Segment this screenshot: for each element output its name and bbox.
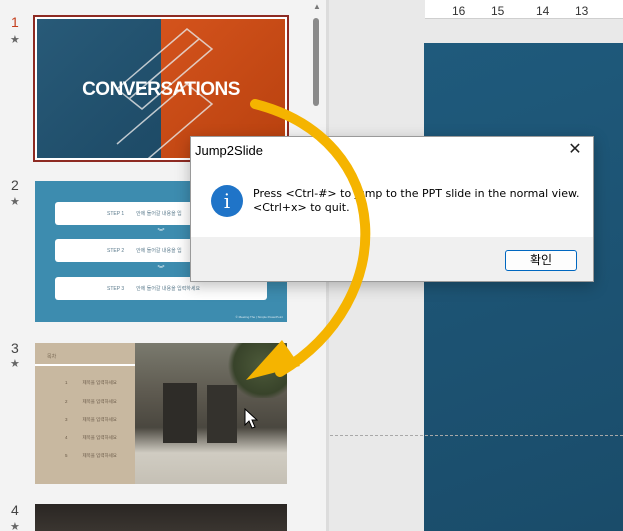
agenda-row: 3 제목을 입력하세요 (65, 417, 117, 422)
close-icon[interactable]: ✕ (566, 139, 584, 159)
mouse-cursor-icon (244, 408, 258, 429)
slide-1-animation-star-icon: ★ (10, 34, 20, 46)
dialog-message: Press <Ctrl-#> to jump to the PPT slide … (253, 187, 580, 214)
slide-number-4: 4 (11, 502, 19, 518)
slide-number-3: 3 (11, 340, 19, 356)
scrollbar-thumb[interactable] (313, 18, 319, 106)
slide-2-footer: © Meeting The | Simple PowerPoint (235, 315, 283, 319)
ruler-tick: 15 (491, 4, 505, 18)
dialog-footer: 확인 (191, 237, 593, 281)
info-icon: i (211, 185, 243, 217)
agenda-panel: 목차 1 제목을 입력하세요 2 제목을 입력하세요 3 제목을 입력하세요 4 제목을… (35, 343, 135, 484)
slide-2-animation-star-icon: ★ (10, 196, 20, 208)
scroll-up-arrow-icon[interactable]: ▲ (313, 2, 321, 11)
current-slide-canvas[interactable] (424, 43, 623, 531)
dialog-title: Jump2Slide (195, 143, 263, 158)
slide-1-title: CONVERSATIONS (82, 79, 240, 100)
ruler-tick: 14 (536, 4, 550, 18)
agenda-row: 5 제목을 입력하세요 (65, 453, 117, 458)
slide-thumbnail-4[interactable] (35, 504, 287, 531)
jump2slide-dialog: Jump2Slide ✕ i Press <Ctrl-#> to jump to… (190, 136, 594, 282)
ok-button[interactable]: 확인 (505, 250, 577, 271)
slide-number-2: 2 (11, 177, 19, 193)
smart-guide-line (330, 435, 623, 436)
agenda-row: 1 제목을 입력하세요 (65, 380, 117, 385)
ruler-tick: 13 (575, 4, 589, 18)
horizontal-ruler: 16 15 14 13 (425, 0, 623, 19)
agenda-header: 목차 (47, 354, 57, 360)
slide-number-1: 1 (11, 14, 19, 30)
ruler-tick: 16 (452, 4, 466, 18)
agenda-row: 2 제목을 입력하세요 (65, 399, 117, 404)
slide-3-animation-star-icon: ★ (10, 358, 20, 370)
agenda-row: 4 제목을 입력하세요 (65, 435, 117, 440)
slide-4-animation-star-icon: ★ (10, 521, 20, 531)
cafe-photo (135, 343, 287, 484)
